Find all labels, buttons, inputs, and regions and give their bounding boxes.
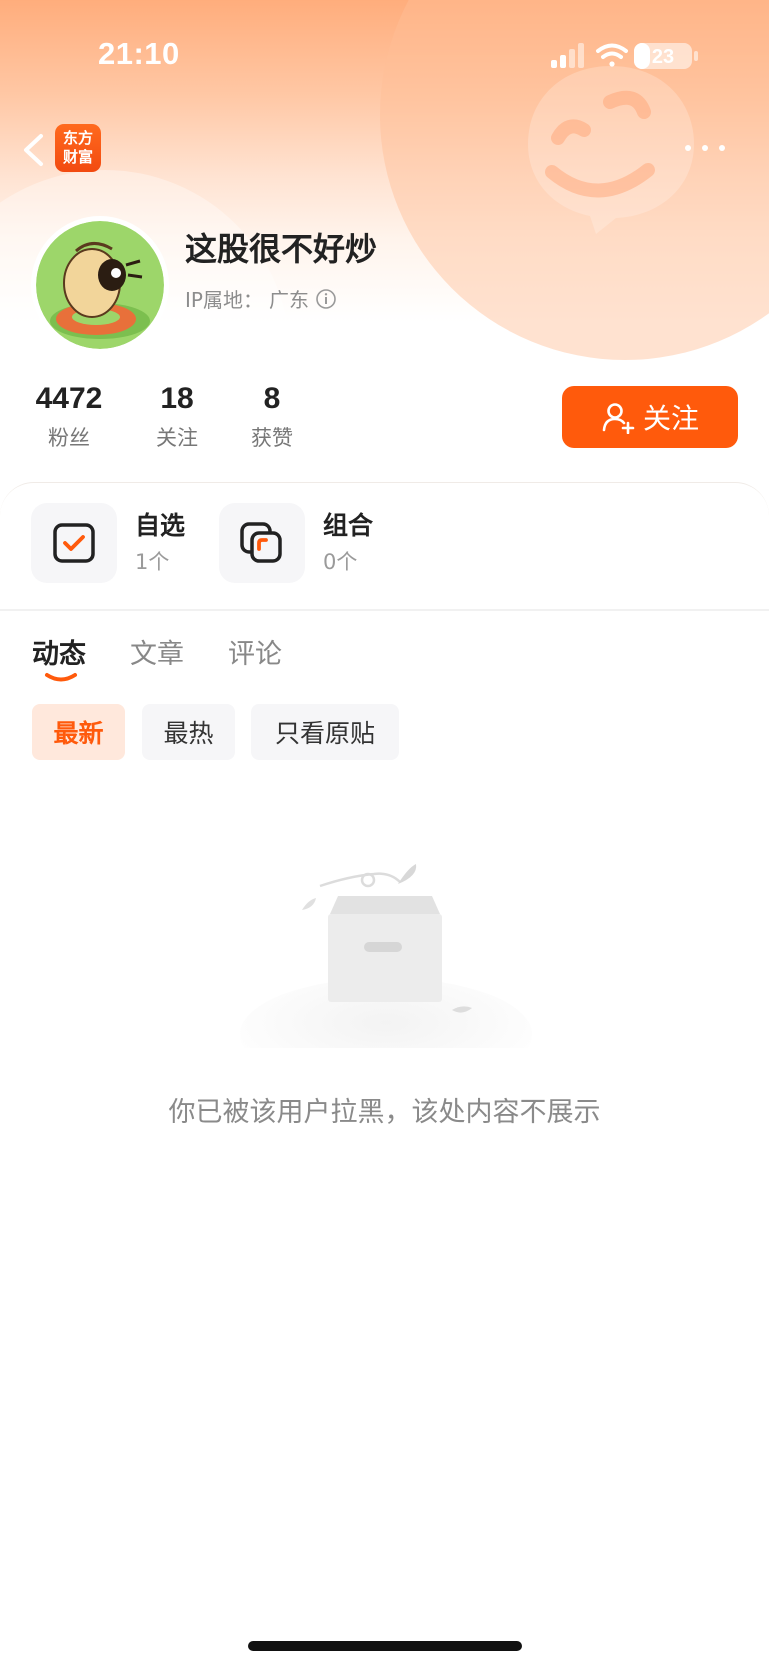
back-arrow-icon[interactable] [14,126,54,174]
entry-title: 组合 [323,511,374,540]
ip-location: IP属地： 广东 [185,284,337,313]
battery-icon: 23 [634,43,698,69]
home-indicator[interactable] [248,1641,522,1651]
more-options-icon[interactable] [682,134,728,162]
ip-value: 广东 [268,288,309,312]
entry-count: 1个 [135,550,170,574]
tab-articles[interactable]: 文章 [130,632,184,671]
logo-text-line2: 财富 [62,148,93,166]
logo-text-line1: 东方 [62,129,93,147]
follow-button[interactable]: 关注 [562,386,738,448]
tab-posts[interactable]: 动态 [32,632,86,671]
app-logo[interactable]: 东方 财富 [55,124,101,172]
stat-likes[interactable]: 8 获赞 [240,382,304,452]
follow-button-label: 关注 [642,402,699,435]
stat-followers[interactable]: 4472 粉丝 [30,382,108,452]
battery-level: 23 [652,46,674,68]
filter-original-only[interactable]: 只看原贴 [251,704,399,760]
avatar[interactable] [31,216,169,354]
watchlist-icon [31,503,117,583]
stat-label: 获赞 [251,426,293,450]
filter-hottest[interactable]: 最热 [142,704,235,760]
empty-box-illustration [240,864,532,1048]
section-divider [0,609,769,611]
smiley-bubble-icon [528,66,694,234]
signal-icon [551,43,584,68]
filter-latest[interactable]: 最新 [32,704,125,760]
active-tab-indicator [45,673,77,682]
info-icon[interactable] [315,288,337,310]
stat-label: 关注 [156,426,198,450]
stat-label: 粉丝 [48,426,90,450]
entry-title: 自选 [135,511,186,540]
stat-value: 8 [263,382,281,415]
add-user-icon [602,403,635,434]
portfolio-icon [219,503,305,583]
ip-label: IP属地： [185,288,263,312]
status-time: 21:10 [98,36,180,71]
empty-state-message: 你已被该用户拉黑，该处内容不展示 [168,1097,601,1128]
status-icons: 23 [551,43,698,69]
stat-value: 18 [160,382,194,415]
stat-following[interactable]: 18 关注 [145,382,209,452]
watchlist-entry[interactable]: 自选 1个 [31,503,185,583]
wifi-icon [596,43,628,67]
avatar-illustration [36,221,164,349]
tab-comments[interactable]: 评论 [228,632,282,671]
portfolio-entry[interactable]: 组合 0个 [219,503,373,583]
entry-count: 0个 [323,550,358,574]
username: 这股很不好炒 [185,230,378,268]
stat-value: 4472 [35,382,103,415]
decorative-circle [0,170,290,520]
